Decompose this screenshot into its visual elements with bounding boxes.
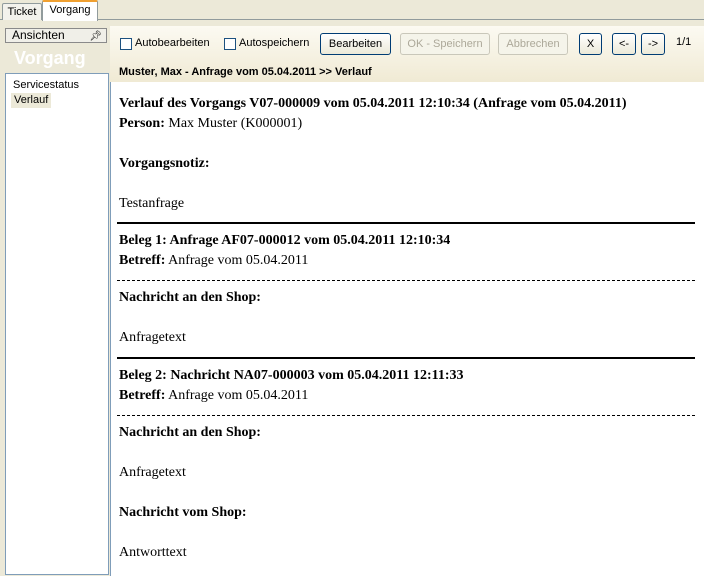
view-item-servicestatus[interactable]: Servicestatus [8,78,106,93]
views-header-label: Ansichten [12,28,65,42]
autosave-checkbox[interactable]: Autospeichern [224,37,309,50]
right-panel: Autobearbeiten Autospeichern Bearbeiten … [110,26,704,576]
tab-vorgang[interactable]: Vorgang [42,0,98,21]
person-value: Max Muster (K000001) [164,116,303,131]
panel-title: Vorgang [14,48,86,68]
views-header[interactable]: Ansichten 📌︎ [5,28,107,43]
beleg1-msg-text: Anfragetext [119,330,186,345]
beleg1-subject: Betreff: Anfrage vom 05.04.2011 [119,253,308,269]
autosave-label: Autospeichern [239,37,310,49]
beleg1-heading: Beleg 1: Anfrage AF07-000012 vom 05.04.2… [119,233,451,248]
views-list: Servicestatus Verlauf [5,73,109,575]
dashed-divider [117,415,695,416]
cancel-button[interactable]: Abbrechen [498,33,568,55]
next-button[interactable]: -> [641,33,665,55]
pin-icon[interactable]: 📌︎ [89,30,102,43]
beleg2-heading: Beleg 2: Nachricht NA07-000003 vom 05.04… [119,368,464,383]
divider [117,222,695,224]
history-heading: Verlauf des Vorgangs V07-000009 vom 05.0… [119,96,627,111]
autoedit-checkbox[interactable]: Autobearbeiten [120,37,210,50]
left-panel: Ansichten 📌︎ Vorgang Servicestatus Verla… [3,26,109,575]
beleg2-msg-text: Anfragetext [119,465,186,480]
tab-ticket[interactable]: Ticket [2,3,42,20]
tab-bar: Ticket Vorgang [0,0,704,21]
beleg2-subject-label: Betreff: [119,388,166,403]
beleg2-subject-value: Anfrage vom 05.04.2011 [165,388,309,403]
beleg2-reply-label: Nachricht vom Shop: [119,505,247,520]
beleg1-msg-label: Nachricht an den Shop: [119,290,261,305]
edit-button[interactable]: Bearbeiten [320,33,391,55]
note-text: Testanfrage [119,196,185,211]
prev-button[interactable]: <- [612,33,636,55]
close-button[interactable]: X [579,33,602,55]
person-line: Person: Max Muster (K000001) [119,116,302,132]
beleg2-msg-label: Nachricht an den Shop: [119,425,261,440]
beleg1-subject-value: Anfrage vom 05.04.2011 [165,253,309,268]
view-item-verlauf[interactable]: Verlauf [11,93,52,108]
beleg2-reply-text: Antworttext [119,545,187,560]
dashed-divider [117,280,695,281]
history-content: Verlauf des Vorgangs V07-000009 vom 05.0… [110,82,704,576]
person-label: Person: [119,116,165,131]
checkbox-box[interactable] [224,37,236,50]
beleg2-subject: Betreff: Anfrage vom 05.04.2011 [119,388,308,404]
beleg1-subject-label: Betreff: [119,253,166,268]
breadcrumb: Muster, Max - Anfrage vom 05.04.2011 >> … [119,66,372,78]
ok-save-button[interactable]: OK - Speichern [400,33,490,55]
record-counter: 1/1 [676,36,692,48]
main-frame: Ansichten 📌︎ Vorgang Servicestatus Verla… [0,20,704,576]
note-label: Vorgangsnotiz: [119,156,210,171]
autoedit-label: Autobearbeiten [135,37,210,49]
checkbox-box[interactable] [120,37,132,50]
toolbar: Autobearbeiten Autospeichern Bearbeiten … [110,26,704,82]
divider [117,357,695,359]
